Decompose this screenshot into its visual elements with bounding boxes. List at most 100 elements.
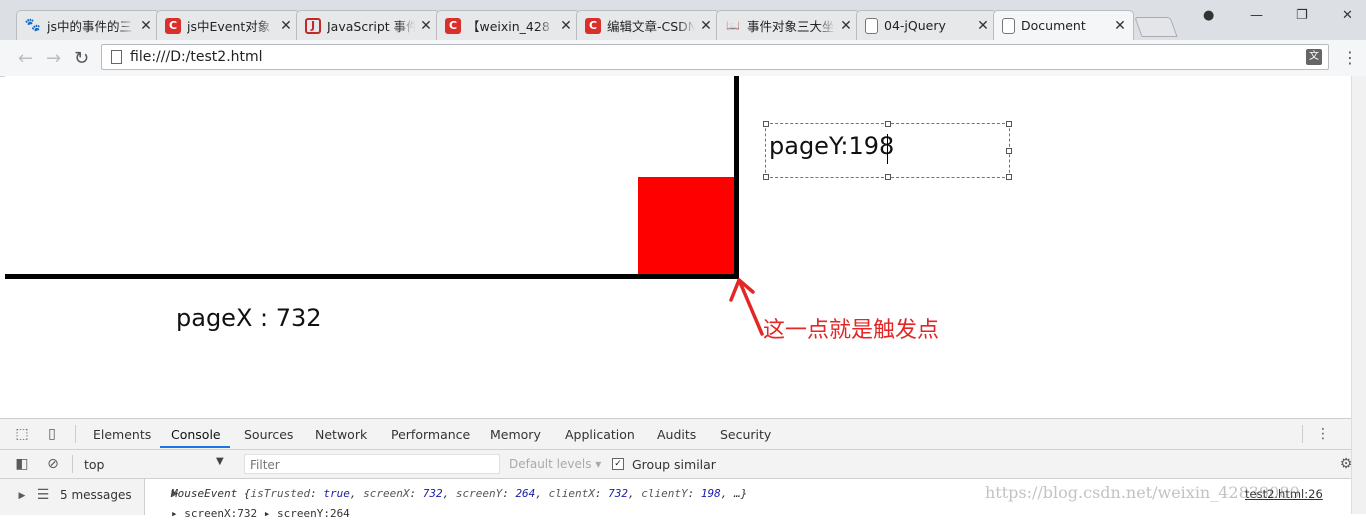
close-tab-icon[interactable]: ✕ xyxy=(976,18,990,34)
forward-button[interactable]: → xyxy=(46,48,61,69)
device-toolbar-icon[interactable]: ▯ xyxy=(44,426,60,442)
minimize-icon[interactable]: — xyxy=(1250,8,1263,23)
console-sidebar: ▶ ☰ 5 messages xyxy=(0,479,145,515)
browser-tab[interactable]: C 编辑文章-CSDN ✕ xyxy=(576,10,720,40)
browser-tab[interactable]: Document ✕ xyxy=(993,10,1134,40)
text-caret xyxy=(887,134,888,164)
messages-count[interactable]: 5 messages xyxy=(60,488,132,502)
log-suffix: , …} xyxy=(720,487,748,500)
pagey-label: pageY:198 xyxy=(769,132,895,160)
translate-icon[interactable]: 文 xyxy=(1306,49,1322,65)
book-icon: 📖 xyxy=(726,19,740,32)
js-icon: J xyxy=(305,17,321,34)
tab-network[interactable]: Network xyxy=(315,427,367,442)
tab-elements[interactable]: Elements xyxy=(93,427,151,442)
vertical-scrollbar[interactable] xyxy=(1351,76,1366,514)
restore-icon[interactable]: ❐ xyxy=(1296,8,1308,23)
resize-handle-b[interactable] xyxy=(885,174,891,180)
group-similar-checkbox[interactable]: ✓ xyxy=(612,458,624,470)
log-value: 264 xyxy=(515,487,536,500)
log-levels-dropdown[interactable]: Default levels ▾ xyxy=(509,457,601,471)
browser-tab[interactable]: Cjs中Event对象 ✕ xyxy=(156,10,300,40)
log-value: 732 xyxy=(608,487,629,500)
console-settings-icon[interactable]: ⚙ xyxy=(1338,456,1354,472)
list-icon: ☰ xyxy=(36,487,50,503)
browser-tab[interactable]: 📖 事件对象三大坐 ✕ xyxy=(716,10,860,40)
close-window-icon[interactable]: ✕ xyxy=(1342,8,1353,23)
profile-icon[interactable]: ● xyxy=(1203,8,1214,23)
group-similar-label: Group similar xyxy=(632,457,716,472)
log-key: clientX xyxy=(548,487,595,500)
resize-handle-t[interactable] xyxy=(885,121,891,127)
reload-button[interactable]: ↻ xyxy=(74,48,89,69)
show-sidebar-icon[interactable]: ◧ xyxy=(14,456,30,472)
tab-title: 04-jQuery xyxy=(884,18,946,33)
resize-handle-br[interactable] xyxy=(1006,174,1012,180)
new-tab-button[interactable] xyxy=(1134,17,1178,37)
close-tab-icon[interactable]: ✕ xyxy=(699,18,713,34)
clear-console-icon[interactable]: ⊘ xyxy=(45,456,61,472)
tab-title: 事件对象三大坐 xyxy=(747,19,835,34)
inspect-element-icon[interactable]: ⬚ xyxy=(14,426,30,442)
close-tab-icon[interactable]: ✕ xyxy=(559,18,573,34)
resize-handle-r[interactable] xyxy=(1006,148,1012,154)
resize-handle-tl[interactable] xyxy=(763,121,769,127)
tab-title: js中Event对象 xyxy=(187,19,271,34)
toolbar-divider xyxy=(72,455,73,473)
pagex-label: pageX : 732 xyxy=(176,304,322,332)
filter-input[interactable] xyxy=(248,456,492,474)
expand-triangle-icon[interactable]: ▶ xyxy=(14,488,30,504)
devtools-menu-icon[interactable]: ⋮ xyxy=(1315,426,1331,442)
close-tab-icon[interactable]: ✕ xyxy=(139,18,153,34)
tab-application[interactable]: Application xyxy=(565,427,635,442)
browser-tab[interactable]: C 【weixin_428 ✕ xyxy=(436,10,580,40)
back-button[interactable]: ← xyxy=(18,48,33,69)
tab-title: Document xyxy=(1021,18,1086,33)
log-key: screenX xyxy=(363,487,410,500)
tab-audits[interactable]: Audits xyxy=(657,427,696,442)
log-value: 732 xyxy=(422,487,443,500)
horizontal-axis-line xyxy=(5,274,739,279)
log-value: 198 xyxy=(700,487,721,500)
tab-console[interactable]: Console xyxy=(171,427,221,442)
close-tab-icon[interactable]: ✕ xyxy=(839,18,853,34)
log-key: screenY xyxy=(455,487,503,500)
browser-menu-icon[interactable]: ⋮ xyxy=(1342,48,1358,67)
resize-handle-bl[interactable] xyxy=(763,174,769,180)
active-tab-indicator xyxy=(160,446,230,448)
devtools-tabbar: ⬚ ▯ Elements Console Sources Network Perform… xyxy=(0,419,1351,450)
tab-performance[interactable]: Performance xyxy=(391,427,470,442)
page-info-icon[interactable] xyxy=(111,50,122,64)
browser-tab[interactable]: J JavaScript 事件 ✕ xyxy=(296,10,440,40)
watermark: https://blog.csdn.net/weixin_42839080 xyxy=(985,483,1300,502)
browser-tab[interactable]: 🐾 js中的事件的三 ✕ xyxy=(16,10,160,40)
browser-toolbar: ← → ↻ file:///D:/test2.html 文 ⋮ xyxy=(0,40,1366,77)
document-icon xyxy=(1002,17,1015,34)
tab-security[interactable]: Security xyxy=(720,427,771,442)
address-bar[interactable]: file:///D:/test2.html 文 xyxy=(101,44,1329,70)
tab-sources[interactable]: Sources xyxy=(244,427,293,442)
tab-memory[interactable]: Memory xyxy=(490,427,541,442)
close-tab-icon[interactable]: ✕ xyxy=(279,18,293,34)
close-tab-icon[interactable]: ✕ xyxy=(419,18,433,34)
context-selector[interactable]: top xyxy=(84,457,104,472)
log-value: true xyxy=(323,487,350,500)
csdn-icon: C xyxy=(445,17,461,34)
vertical-axis-line xyxy=(734,76,739,279)
csdn-icon: C xyxy=(165,17,181,34)
console-toolbar: ◧ ⊘ top ▼ Default levels ▾ ✓ Group simil… xyxy=(0,450,1354,479)
browser-tab[interactable]: 04-jQuery ✕ xyxy=(856,10,997,40)
address-url: file:///D:/test2.html xyxy=(130,49,263,65)
chevron-down-icon[interactable]: ▼ xyxy=(216,456,224,467)
console-log-entry[interactable]: MouseEvent {isTrusted: true, screenX: 73… xyxy=(171,487,747,500)
document-icon xyxy=(865,17,878,34)
red-square[interactable] xyxy=(638,177,734,274)
resize-handle-tr[interactable] xyxy=(1006,121,1012,127)
pagey-textbox[interactable]: pageY:198 xyxy=(763,121,1012,180)
tab-title: JavaScript 事件 xyxy=(327,19,415,34)
page-viewport: pageX : 732 pageY:198 这一点就是触发点 xyxy=(5,76,1351,418)
filter-field[interactable] xyxy=(244,454,500,474)
close-tab-icon[interactable]: ✕ xyxy=(1113,18,1127,34)
csdn-icon: C xyxy=(585,17,601,34)
tab-title: 编辑文章-CSDN xyxy=(607,19,695,34)
